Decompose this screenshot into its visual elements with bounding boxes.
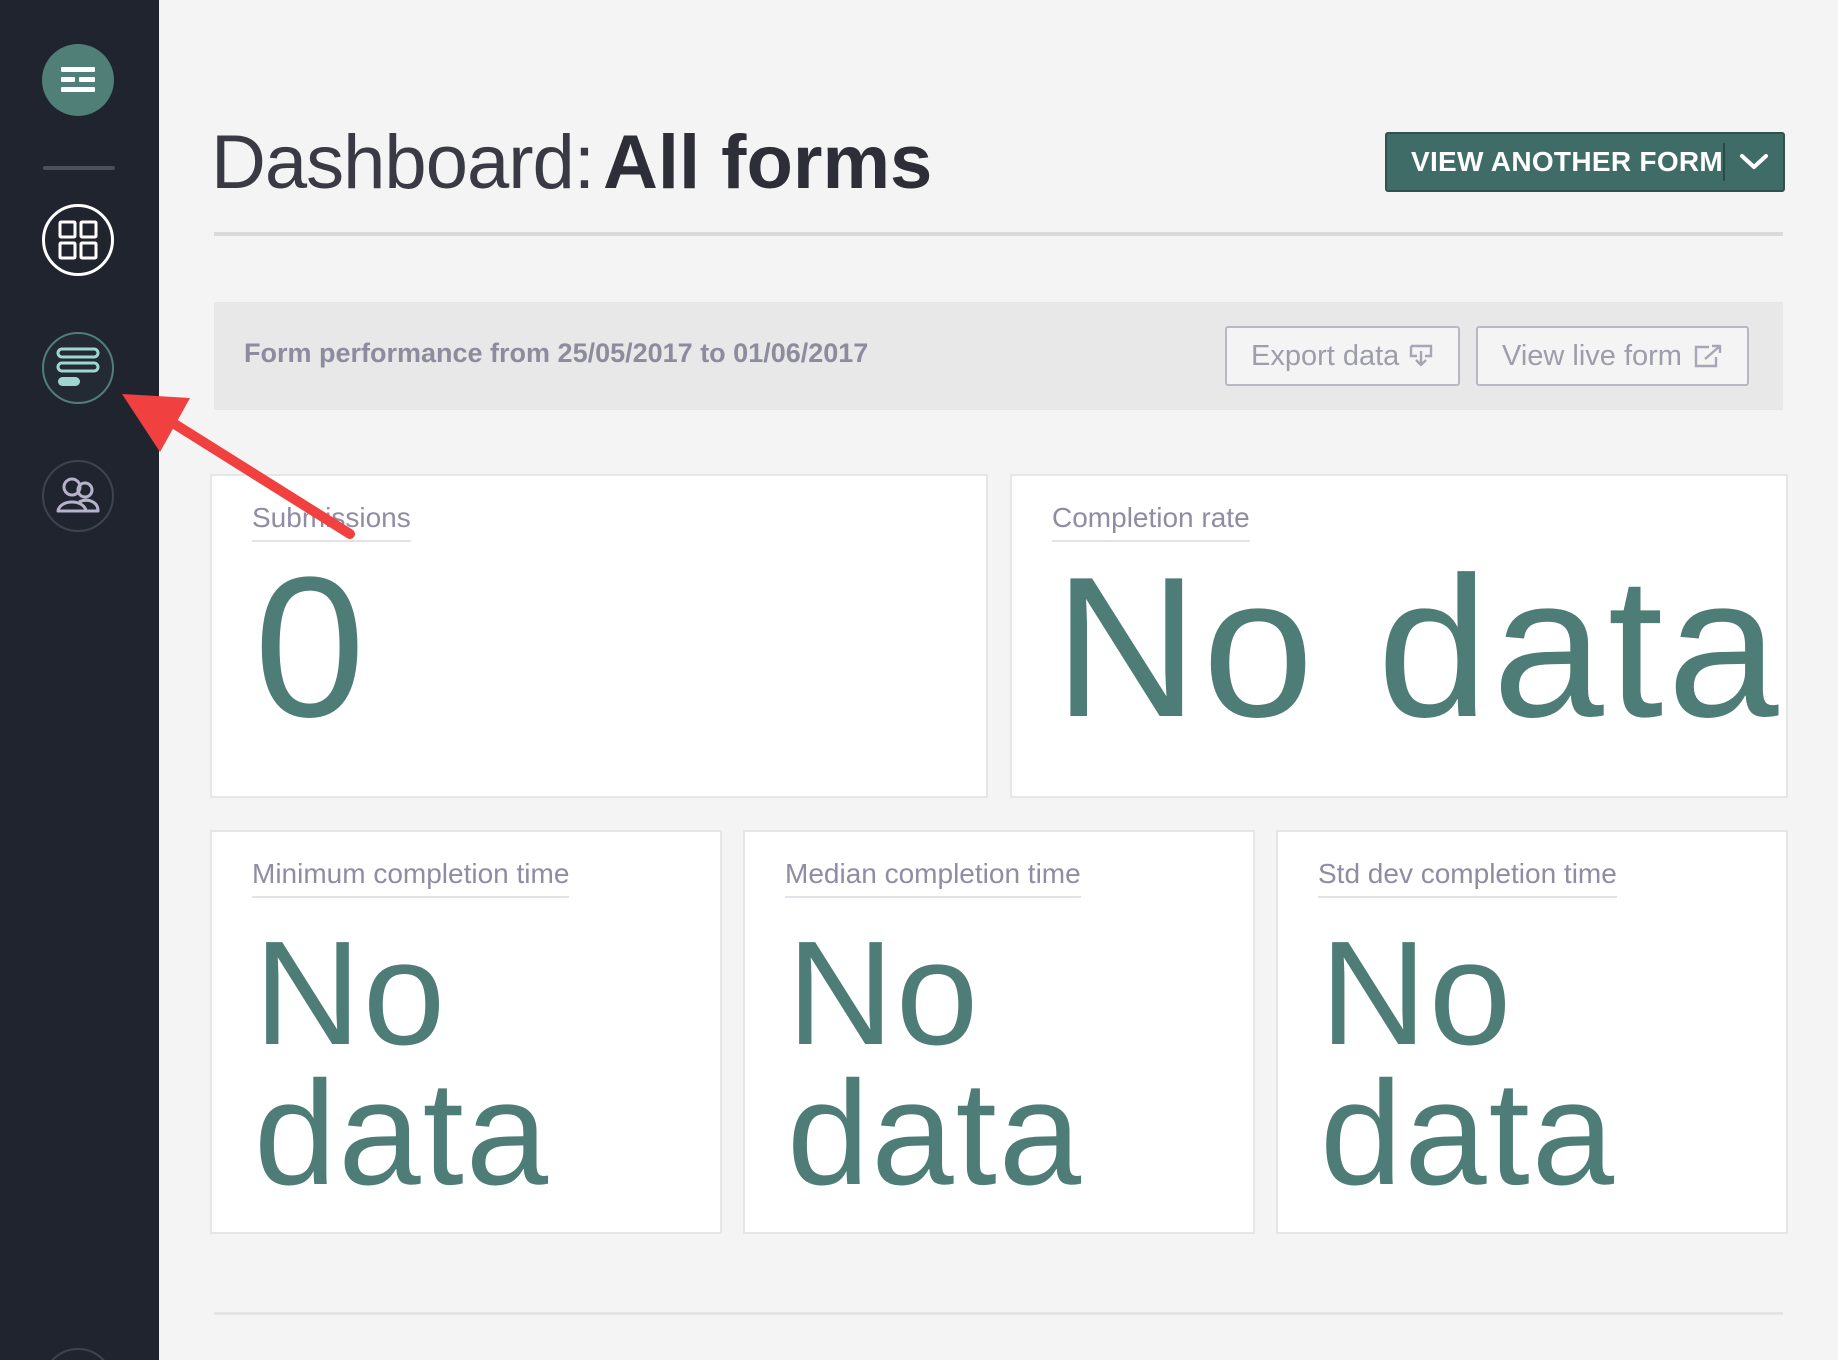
sidebar-item-menu[interactable]	[42, 44, 114, 116]
main-content: Dashboard: All forms VIEW ANOTHER FORM Fo…	[159, 0, 1838, 1360]
stddev-completion-time-value: No data	[1320, 911, 1617, 1216]
submissions-card: Submissions 0	[210, 474, 988, 798]
submissions-value: 0	[254, 536, 370, 759]
minimum-completion-time-card: Minimum completion time No data	[210, 830, 722, 1234]
minimum-completion-time-value: No data	[254, 911, 551, 1216]
view-another-form-dropdown[interactable]	[1725, 134, 1783, 190]
app-window: Dashboard: All forms VIEW ANOTHER FORM Fo…	[0, 0, 1838, 1360]
completion-rate-card: Completion rate No data	[1010, 474, 1788, 798]
page-title: Dashboard: All forms	[211, 118, 932, 208]
export-data-button[interactable]: Export data	[1225, 326, 1460, 386]
view-live-form-label: View live form	[1502, 339, 1682, 372]
sidebar-item-forms[interactable]	[42, 332, 114, 404]
stddev-completion-time-label: Std dev completion time	[1318, 858, 1617, 898]
grid-icon	[58, 220, 98, 260]
median-completion-time-card: Median completion time No data	[743, 830, 1255, 1234]
export-data-label: Export data	[1251, 339, 1400, 372]
form-icon	[56, 347, 100, 386]
view-another-form-button[interactable]: VIEW ANOTHER FORM	[1385, 132, 1785, 192]
external-link-icon	[1694, 344, 1722, 368]
performance-range-text: Form performance from 25/05/2017 to 01/0…	[244, 338, 869, 368]
page-title-colon: :	[573, 120, 595, 205]
sidebar	[0, 0, 159, 1360]
minimum-completion-time-label: Minimum completion time	[252, 858, 570, 898]
sidebar-item-account[interactable]	[42, 1348, 114, 1360]
sidebar-divider	[43, 166, 115, 170]
completion-rate-value: No data	[1054, 536, 1783, 759]
median-completion-time-label: Median completion time	[785, 858, 1081, 898]
page-title-form: All forms	[602, 120, 933, 205]
stddev-completion-time-card: Std dev completion time No data	[1276, 830, 1788, 1234]
download-icon	[1409, 344, 1433, 367]
view-live-form-button[interactable]: View live form	[1476, 326, 1749, 386]
sidebar-item-users[interactable]	[42, 460, 114, 532]
view-another-form-label: VIEW ANOTHER FORM	[1411, 146, 1724, 177]
chevron-down-icon	[1739, 154, 1768, 169]
title-divider	[214, 232, 1783, 236]
sidebar-item-dashboard[interactable]	[42, 204, 114, 276]
performance-bar: Form performance from 25/05/2017 to 01/0…	[214, 302, 1783, 410]
median-completion-time-value: No data	[787, 911, 1084, 1216]
page-title-prefix: Dashboard	[211, 120, 575, 205]
users-icon	[56, 477, 100, 513]
bottom-divider	[214, 1312, 1783, 1315]
menu-icon	[61, 67, 95, 92]
